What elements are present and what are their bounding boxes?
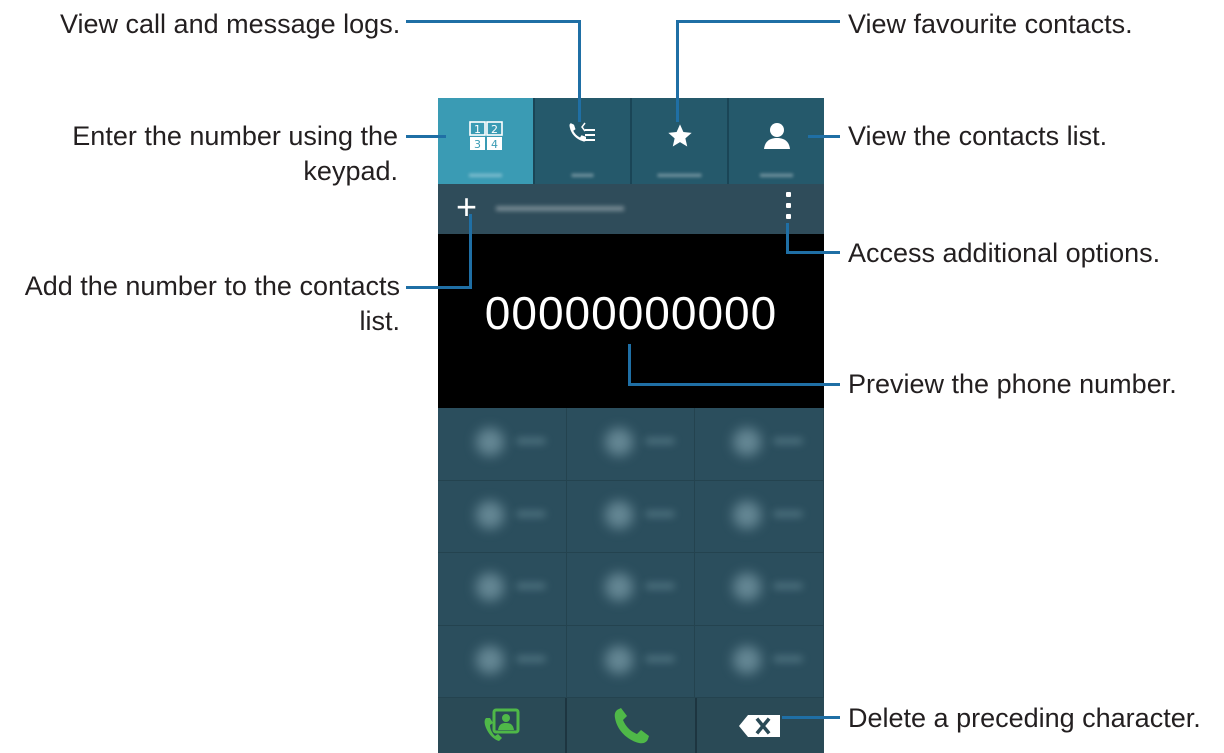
svg-text:3: 3 bbox=[474, 138, 481, 151]
action-bar: + ▬▬▬▬▬▬▬▬ bbox=[438, 184, 824, 234]
delete-button[interactable] bbox=[697, 698, 824, 753]
keypad-key[interactable] bbox=[438, 480, 567, 553]
phone-screen: 1 2 3 4 ▬▬▬ ▬▬ ▬▬▬▬ ▬▬▬ + ▬▬▬▬▬▬▬▬ 00000… bbox=[438, 98, 824, 753]
keypad-key[interactable] bbox=[438, 408, 567, 481]
keypad-key[interactable] bbox=[695, 625, 824, 698]
leader-line bbox=[676, 20, 679, 122]
annotation-delete: Delete a preceding character. bbox=[848, 703, 1201, 733]
video-call-button[interactable] bbox=[438, 698, 568, 753]
leader-line bbox=[628, 383, 840, 386]
leader-line bbox=[406, 20, 580, 23]
keypad-key[interactable] bbox=[695, 480, 824, 553]
call-logs-icon bbox=[569, 122, 595, 142]
tab-favourites[interactable]: ▬▬▬▬ bbox=[632, 98, 729, 184]
keypad-key[interactable] bbox=[566, 625, 696, 698]
plus-icon[interactable]: + bbox=[456, 189, 477, 225]
keypad-key[interactable] bbox=[695, 553, 824, 626]
svg-text:2: 2 bbox=[491, 123, 498, 136]
tab-keypad[interactable]: 1 2 3 4 ▬▬▬ bbox=[438, 98, 535, 184]
number-display: 00000000000 bbox=[438, 234, 824, 408]
more-vertical-icon[interactable] bbox=[783, 192, 793, 226]
star-icon bbox=[667, 124, 692, 147]
leader-line bbox=[808, 135, 840, 138]
leader-line bbox=[406, 286, 472, 289]
leader-line bbox=[782, 716, 840, 719]
keypad-icon: 1 2 3 4 bbox=[468, 121, 503, 151]
leader-line bbox=[628, 344, 631, 385]
svg-text:1: 1 bbox=[474, 123, 481, 136]
phone-number-preview: 00000000000 bbox=[484, 287, 778, 339]
annotation-call-logs: View call and message logs. bbox=[60, 9, 401, 39]
keypad-key[interactable] bbox=[438, 553, 567, 626]
contact-icon bbox=[763, 123, 790, 149]
tab-label-blurred: ▬▬ bbox=[571, 168, 594, 180]
keypad-key[interactable] bbox=[695, 408, 824, 481]
annotation-keypad-1: Enter the number using the bbox=[72, 121, 398, 151]
bottom-bar bbox=[438, 698, 824, 753]
backspace-icon bbox=[739, 714, 781, 737]
call-button[interactable] bbox=[567, 698, 697, 753]
phone-icon bbox=[614, 707, 649, 743]
tab-contacts[interactable]: ▬▬▬ bbox=[729, 98, 824, 184]
tab-bar: 1 2 3 4 ▬▬▬ ▬▬ ▬▬▬▬ ▬▬▬ bbox=[438, 98, 824, 184]
dial-keypad-blurred bbox=[438, 408, 824, 698]
keypad-key[interactable] bbox=[438, 625, 567, 698]
annotation-contacts-list: View the contacts list. bbox=[848, 121, 1108, 151]
leader-line bbox=[786, 251, 840, 254]
annotation-options: Access additional options. bbox=[848, 238, 1161, 268]
tab-label-blurred: ▬▬▬ bbox=[469, 168, 502, 180]
annotation-keypad-2: keypad. bbox=[303, 156, 398, 186]
leader-line bbox=[406, 135, 446, 138]
leader-line bbox=[469, 214, 472, 288]
keypad-key[interactable] bbox=[566, 480, 696, 553]
annotation-preview: Preview the phone number. bbox=[848, 369, 1177, 399]
keypad-key[interactable] bbox=[566, 553, 696, 626]
leader-line bbox=[676, 20, 840, 23]
keypad-key[interactable] bbox=[566, 408, 696, 481]
annotation-add-2: list. bbox=[359, 306, 401, 336]
contact-card-call-icon bbox=[484, 708, 520, 741]
annotation-favourites: View favourite contacts. bbox=[848, 9, 1133, 39]
add-to-contacts-blurred[interactable]: ▬▬▬▬▬▬▬▬ bbox=[496, 198, 624, 216]
tab-label-blurred: ▬▬▬▬ bbox=[657, 168, 702, 180]
tab-logs[interactable]: ▬▬ bbox=[535, 98, 632, 184]
tab-label-blurred: ▬▬▬ bbox=[760, 168, 793, 180]
svg-text:4: 4 bbox=[491, 138, 498, 151]
leader-line bbox=[786, 223, 789, 253]
annotation-add-1: Add the number to the contacts bbox=[24, 271, 400, 301]
leader-line bbox=[578, 20, 581, 122]
